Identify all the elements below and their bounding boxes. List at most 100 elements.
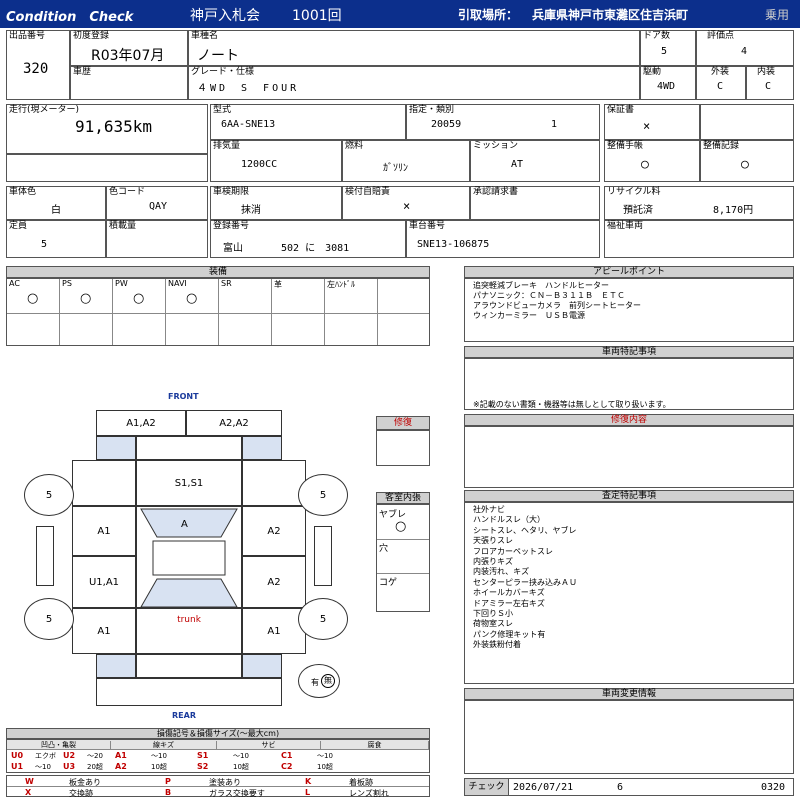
- panel-left-rear-bumper[interactable]: [96, 654, 136, 678]
- panel-front-right[interactable]: A2,A2: [186, 410, 282, 436]
- tire-front-right[interactable]: 5: [298, 474, 348, 516]
- panel-front-left[interactable]: A1,A2: [96, 410, 186, 436]
- insurance-box: 検付自賠責 ×: [342, 186, 470, 220]
- inspector-notes-title: 査定特記事項: [464, 490, 794, 502]
- panel-left-front-quarter[interactable]: [72, 460, 136, 506]
- fuel-label: 燃料: [345, 141, 364, 151]
- mission-label: ミッション: [473, 141, 519, 151]
- repair-content-title: 修復内容: [464, 414, 794, 426]
- drive-label: 駆動: [643, 67, 662, 77]
- inspector-note-line: シートスレ、ヘタリ、ヤブレ: [473, 525, 577, 535]
- first-reg-box: 初度登録 R03年07月: [70, 30, 188, 66]
- panel-hood[interactable]: [136, 436, 242, 460]
- equipment-title: 装備: [6, 266, 430, 278]
- chassis-value: SNE13-106875: [417, 239, 490, 250]
- equipment-cell: 左ﾊﾝﾄﾞﾙ: [325, 279, 378, 345]
- panel-left-fender[interactable]: [96, 436, 136, 460]
- first-reg-label: 初度登録: [73, 31, 110, 41]
- spare-tire[interactable]: 有 無: [298, 664, 340, 698]
- auction-lot: 1001回: [292, 8, 342, 24]
- approval-label: 承認請求書: [473, 187, 519, 197]
- hole-label: 穴: [379, 544, 389, 554]
- doors-box: ドア数 5: [640, 30, 696, 66]
- check-num: 6: [617, 782, 624, 793]
- legend-code: X: [25, 788, 32, 797]
- footer-check-bar: チェック 2026/07/21 6 0320: [464, 778, 794, 796]
- panel-left-front-door[interactable]: A1: [72, 506, 136, 556]
- check-date: 2026/07/21: [513, 782, 574, 793]
- inspector-note-line: 内装汚れ、キズ: [473, 567, 530, 577]
- equipment-cell: PW ○: [113, 279, 166, 345]
- equipment-value: ○: [80, 291, 92, 306]
- legend-group: 線キズ: [111, 741, 217, 749]
- legend-desc: 〜10: [35, 763, 51, 771]
- panel-left-rear-door[interactable]: U1,A1: [72, 556, 136, 608]
- legend-code: K: [305, 777, 312, 786]
- header-title: Condition Check: [6, 10, 134, 25]
- panel-right-fender[interactable]: [242, 436, 282, 460]
- equipment-cell: NAVI ○: [166, 279, 219, 345]
- load-box: 積載量: [106, 220, 208, 258]
- capacity-label: 定員: [9, 221, 28, 231]
- exterior-box: 外装 C: [696, 66, 746, 100]
- special-title: 車両特記事項: [464, 346, 794, 358]
- legend-code: S1: [197, 751, 209, 760]
- warranty-label: 保証書: [607, 105, 635, 115]
- tire-rear-right[interactable]: 5: [298, 598, 348, 640]
- legend-desc: エクボ: [35, 752, 56, 760]
- equipment-cell: 革: [272, 279, 325, 345]
- right-mirror[interactable]: [314, 526, 332, 586]
- inspection-value: 抹消: [241, 205, 261, 216]
- chassis-label: 車台番号: [409, 221, 446, 231]
- panel-right-rear-quarter[interactable]: A1: [242, 608, 306, 654]
- color-code-label: 色コード: [109, 187, 146, 197]
- color-code-box: 色コード QAY: [106, 186, 208, 220]
- panel-trunk[interactable]: trunk: [136, 608, 242, 654]
- legend-desc: 板金あり: [69, 778, 101, 787]
- welfare-label: 福祉車両: [607, 221, 644, 231]
- equipment-value: ○: [27, 291, 39, 306]
- inspector-notes-box: 社外ナビ ハンドルスレ（大） シートスレ、ヘタリ、ヤブレ 天張りスレ フロアカーペットス…: [464, 502, 794, 684]
- body-color-box: 車体色 白: [6, 186, 106, 220]
- panel-right-front-door[interactable]: A2: [242, 506, 306, 556]
- panel-right-rear-door[interactable]: A2: [242, 556, 306, 608]
- legend-desc: 〜10: [151, 752, 167, 760]
- legend-desc: 着板跡: [349, 778, 373, 787]
- recycle-box: リサイクル料 預託済 8,170円: [604, 186, 794, 220]
- interior-value: C: [765, 81, 772, 92]
- panel-right-front-quarter[interactable]: [242, 460, 306, 506]
- legend-group: 腐食: [321, 741, 429, 749]
- panel-rear-bumper[interactable]: [96, 678, 282, 706]
- equipment-table: AC ○ PS ○ PW ○ NAVI ○ SR 革 左ﾊﾝﾄﾞﾙ: [6, 278, 430, 346]
- tire-front-left[interactable]: 5: [24, 474, 74, 516]
- model-label: 型式: [213, 105, 232, 115]
- drive-box: 駆動 4WD: [640, 66, 696, 100]
- record-box: 整備記録 ○: [700, 140, 794, 182]
- legend-group: 凹凸・亀裂: [7, 741, 111, 749]
- burn-label: コゲ: [379, 578, 398, 588]
- inspector-note-line: ホイールカバーキズ: [473, 588, 545, 598]
- cabin-svg: [140, 508, 238, 607]
- inspector-note-line: パンク修理キット有: [473, 629, 546, 639]
- legend-desc: 10超: [151, 763, 167, 771]
- legend-code: C2: [281, 762, 293, 771]
- regno-number: 502 に 3081: [281, 243, 350, 254]
- panel-rear-center[interactable]: [136, 654, 242, 678]
- left-mirror[interactable]: [36, 526, 54, 586]
- doors-label: ドア数: [643, 31, 671, 41]
- equipment-cell: PS ○: [60, 279, 113, 345]
- check-code: 0320: [761, 782, 786, 793]
- inspector-note-line: 下回りＳ小: [473, 609, 513, 618]
- tire-rear-left[interactable]: 5: [24, 598, 74, 640]
- special-box: ※記載のない書類・機器等は無しとして取り扱います。: [464, 358, 794, 410]
- score-label: 評価点: [707, 31, 735, 41]
- panel-left-rear-quarter[interactable]: A1: [72, 608, 136, 654]
- drive-value: 4WD: [657, 81, 676, 92]
- capacity-box: 定員 5: [6, 220, 106, 258]
- panel-roof[interactable]: S1,S1: [136, 460, 242, 506]
- car-name-label: 車種名: [191, 31, 219, 41]
- legend-desc: 交換跡: [69, 789, 93, 798]
- approval-box: 承認請求書: [470, 186, 600, 220]
- legend-desc: レンズ割れ: [349, 789, 389, 798]
- panel-right-rear-bumper[interactable]: [242, 654, 282, 678]
